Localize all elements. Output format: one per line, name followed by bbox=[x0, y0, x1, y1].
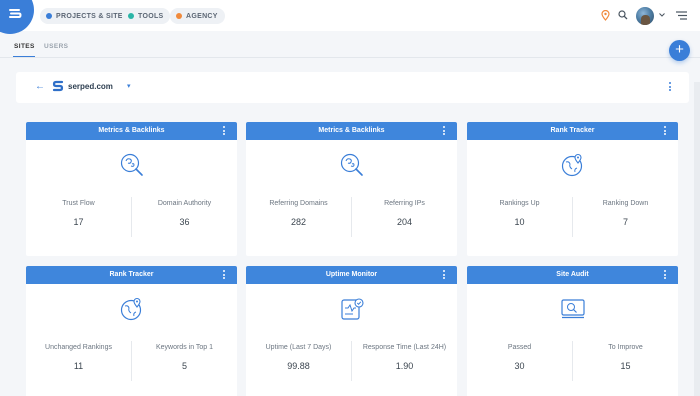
metric-value: 10 bbox=[514, 217, 525, 227]
metric-label: Rankings Up bbox=[499, 200, 540, 207]
site-options-icon[interactable] bbox=[669, 82, 672, 93]
nav-projects-sites-label: PROJECTS & SITES bbox=[56, 12, 128, 20]
card-metrics-backlinks-1: Metrics & Backlinks Trust Flow 17 Domain… bbox=[26, 122, 237, 256]
chevron-down-icon[interactable] bbox=[659, 13, 665, 17]
metric-referring-ips: Referring IPs 204 bbox=[352, 200, 457, 227]
uptime-icon bbox=[340, 298, 364, 320]
card-header: Metrics & Backlinks bbox=[246, 122, 457, 140]
site-logo-icon bbox=[52, 80, 64, 92]
menu-icon[interactable] bbox=[676, 11, 687, 20]
metric-value: 36 bbox=[179, 217, 190, 227]
card-options-icon[interactable] bbox=[223, 126, 226, 137]
backlinks-icon bbox=[120, 153, 143, 176]
metric-value: 15 bbox=[620, 361, 631, 371]
search-icon[interactable] bbox=[618, 10, 628, 20]
card-title: Uptime Monitor bbox=[325, 271, 378, 278]
nav-agency[interactable]: AGENCY bbox=[170, 8, 225, 24]
metric-unchanged-rankings: Unchanged Rankings 11 bbox=[26, 344, 131, 371]
metric-label: Passed bbox=[507, 344, 532, 351]
card-rank-tracker-1: Rank Tracker Rankings Up 10 Ranking Down… bbox=[467, 122, 678, 256]
metric-label: Domain Authority bbox=[157, 200, 212, 207]
metric-value: 204 bbox=[396, 217, 413, 227]
divider bbox=[0, 57, 700, 58]
globe-pin-icon bbox=[120, 298, 141, 321]
card-title: Site Audit bbox=[556, 271, 589, 278]
metric-label: Referring Domains bbox=[269, 200, 328, 207]
card-title: Metrics & Backlinks bbox=[318, 127, 385, 134]
card-rank-tracker-2: Rank Tracker Unchanged Rankings 11 Keywo… bbox=[26, 266, 237, 396]
metric-passed: Passed 30 bbox=[467, 344, 572, 371]
scrollbar[interactable] bbox=[694, 82, 700, 396]
metric-uptime: Uptime (Last 7 Days) 99.88 bbox=[246, 344, 351, 371]
user-avatar[interactable] bbox=[636, 7, 654, 25]
card-header: Metrics & Backlinks bbox=[26, 122, 237, 140]
top-bar: PROJECTS & SITES TOOLS AGENCY bbox=[0, 0, 700, 34]
nav-tools[interactable]: TOOLS bbox=[122, 8, 171, 24]
card-options-icon[interactable] bbox=[223, 270, 226, 281]
card-uptime-monitor: Uptime Monitor Uptime (Last 7 Days) 99.8… bbox=[246, 266, 457, 396]
tools-icon bbox=[128, 13, 134, 19]
metric-value: 11 bbox=[73, 361, 84, 371]
globe-icon bbox=[46, 13, 52, 19]
metric-value: 99.88 bbox=[287, 361, 310, 371]
app-logo[interactable] bbox=[0, 0, 34, 34]
metric-response-time: Response Time (Last 24H) 1.90 bbox=[352, 344, 457, 371]
metric-label: To Improve bbox=[608, 344, 643, 351]
metric-value: 7 bbox=[622, 217, 628, 227]
site-name[interactable]: serped.com bbox=[68, 82, 113, 91]
metric-value: 30 bbox=[514, 361, 525, 371]
nav-agency-label: AGENCY bbox=[186, 12, 218, 20]
metric-label: Trust Flow bbox=[62, 200, 95, 207]
metric-value: 17 bbox=[73, 217, 84, 227]
metric-to-improve: To Improve 15 bbox=[573, 344, 678, 371]
add-button[interactable]: + bbox=[669, 40, 690, 61]
card-metrics-backlinks-2: Metrics & Backlinks Referring Domains 28… bbox=[246, 122, 457, 256]
metric-label: Response Time (Last 24H) bbox=[362, 344, 447, 351]
card-site-audit: Site Audit Passed 30 To Improve 15 bbox=[467, 266, 678, 396]
backlinks-icon bbox=[340, 153, 363, 176]
metric-keywords-top-1: Keywords in Top 1 5 bbox=[132, 344, 237, 371]
tab-users[interactable]: USERS bbox=[44, 43, 68, 50]
back-arrow-icon[interactable]: ← bbox=[35, 81, 45, 92]
metric-domain-authority: Domain Authority 36 bbox=[132, 200, 237, 227]
card-title: Rank Tracker bbox=[550, 127, 595, 134]
serped-logo-icon bbox=[9, 9, 22, 18]
nav-tools-label: TOOLS bbox=[138, 12, 164, 20]
metric-ranking-down: Ranking Down 7 bbox=[573, 200, 678, 227]
card-options-icon[interactable] bbox=[443, 270, 446, 281]
audit-icon bbox=[560, 299, 585, 319]
nav-projects-sites[interactable]: PROJECTS & SITES bbox=[40, 8, 135, 24]
metric-referring-domains: Referring Domains 282 bbox=[246, 200, 351, 227]
card-options-icon[interactable] bbox=[664, 270, 667, 281]
card-options-icon[interactable] bbox=[664, 126, 667, 137]
metric-rankings-up: Rankings Up 10 bbox=[467, 200, 572, 227]
metric-trust-flow: Trust Flow 17 bbox=[26, 200, 131, 227]
metric-label: Ranking Down bbox=[602, 200, 649, 207]
location-pin-icon[interactable] bbox=[601, 10, 610, 21]
metric-label: Referring IPs bbox=[384, 200, 425, 207]
site-dropdown-icon[interactable]: ▾ bbox=[127, 82, 131, 90]
globe-pin-icon bbox=[561, 154, 582, 177]
metric-value: 1.90 bbox=[395, 361, 414, 371]
metric-value: 5 bbox=[181, 361, 187, 371]
card-title: Rank Tracker bbox=[109, 271, 154, 278]
site-selector-bar: ← serped.com ▾ bbox=[16, 72, 689, 103]
card-header: Rank Tracker bbox=[26, 266, 237, 284]
card-header: Rank Tracker bbox=[467, 122, 678, 140]
agency-icon bbox=[176, 13, 182, 19]
tab-sites[interactable]: SITES bbox=[14, 43, 35, 50]
metric-value: 282 bbox=[290, 217, 307, 227]
card-title: Metrics & Backlinks bbox=[98, 127, 165, 134]
metric-label: Uptime (Last 7 Days) bbox=[265, 344, 332, 351]
card-options-icon[interactable] bbox=[443, 126, 446, 137]
card-header: Site Audit bbox=[467, 266, 678, 284]
metric-label: Unchanged Rankings bbox=[45, 344, 112, 351]
card-header: Uptime Monitor bbox=[246, 266, 457, 284]
metric-label: Keywords in Top 1 bbox=[155, 344, 214, 351]
sub-navigation: SITES USERS bbox=[0, 31, 700, 58]
